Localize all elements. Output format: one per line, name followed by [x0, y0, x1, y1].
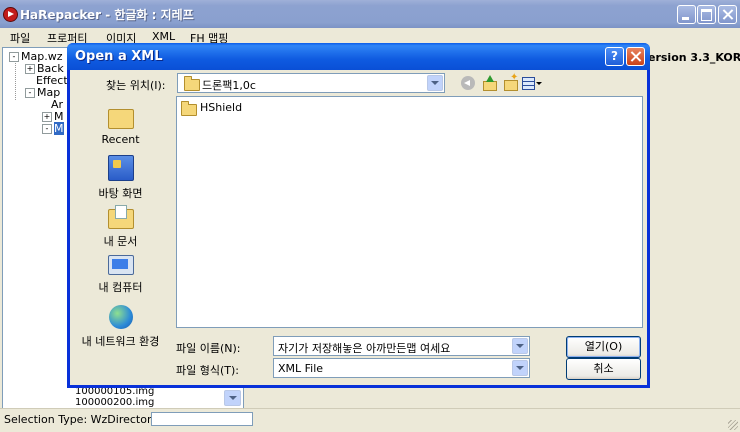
collapse-icon[interactable]: - — [25, 88, 35, 98]
look-in-label: 찾는 위치(I): — [106, 79, 166, 92]
look-in-combo[interactable]: 드론팩1,0c — [177, 73, 445, 93]
dialog-title: Open a XML — [75, 49, 163, 64]
minimize-button[interactable] — [677, 5, 696, 24]
file-list[interactable]: HShield — [176, 96, 643, 328]
cancel-button[interactable]: 취소 — [566, 358, 641, 380]
open-button[interactable]: 열기(O) — [566, 336, 641, 358]
maximize-button[interactable] — [697, 5, 716, 24]
places-bar: Recent 바탕 화면 내 문서 내 컴퓨터 내 네트워크 환경 — [73, 97, 168, 353]
my-documents-icon — [107, 205, 134, 229]
list-item[interactable]: HShield — [181, 101, 242, 116]
dialog-close-button[interactable] — [626, 47, 645, 66]
list-item[interactable]: 100000200.img — [75, 397, 154, 408]
expand-icon[interactable]: + — [25, 64, 35, 74]
statusbar: Selection Type: WzDirectory — [0, 408, 740, 432]
back-icon[interactable] — [461, 76, 475, 90]
chevron-down-icon[interactable] — [512, 338, 528, 354]
place-network[interactable]: 내 네트워크 환경 — [73, 305, 168, 349]
help-button[interactable]: ? — [605, 47, 624, 66]
views-menu-icon[interactable] — [522, 76, 542, 90]
desktop-icon — [107, 155, 134, 181]
folder-icon — [181, 101, 197, 116]
place-desktop[interactable]: 바탕 화면 — [73, 155, 168, 201]
dialog-titlebar[interactable]: Open a XML ? — [67, 43, 650, 70]
close-button[interactable] — [718, 5, 737, 24]
filename-field[interactable]: 자기가 저장해놓은 아까만든맵 여세요 — [273, 336, 530, 356]
my-computer-icon — [107, 255, 134, 275]
chevron-down-icon[interactable] — [512, 360, 528, 376]
place-my-computer[interactable]: 내 컴퓨터 — [73, 255, 168, 295]
collapse-icon[interactable]: - — [9, 52, 19, 62]
app-icon[interactable] — [3, 7, 18, 22]
status-field — [151, 412, 253, 426]
filename-label: 파일 이름(N): — [176, 342, 241, 355]
filetype-value: XML File — [278, 362, 324, 375]
chevron-down-icon[interactable] — [427, 75, 443, 91]
place-my-documents[interactable]: 내 문서 — [73, 205, 168, 249]
main-titlebar: HaRepacker - 한글화 : 지레프 — [0, 0, 740, 28]
new-folder-icon[interactable] — [503, 72, 518, 91]
filename-value: 자기가 저장해놓은 아까만든맵 여세요 — [278, 342, 451, 355]
look-in-value: 드론팩1,0c — [202, 79, 256, 92]
network-icon — [108, 305, 133, 329]
recent-icon — [107, 109, 134, 129]
main-window-title: HaRepacker - 한글화 : 지레프 — [20, 8, 194, 22]
list-dropdown-button[interactable] — [224, 390, 241, 406]
place-recent[interactable]: Recent — [73, 105, 168, 146]
tree-node-m2[interactable]: -M — [42, 122, 64, 135]
menu-xml[interactable]: XML — [152, 30, 175, 43]
filetype-label: 파일 형식(T): — [176, 364, 239, 377]
version-label: ersion 3.3_KOR — [648, 51, 740, 64]
collapse-icon[interactable]: - — [42, 124, 52, 134]
menu-file[interactable]: 파일 — [10, 30, 30, 46]
up-folder-icon[interactable] — [482, 75, 497, 91]
filetype-select[interactable]: XML File — [273, 358, 530, 378]
open-xml-dialog: Open a XML ? 찾는 위치(I): 드론팩1,0c Recent 바탕… — [67, 43, 650, 388]
expand-icon[interactable]: + — [42, 112, 52, 122]
folder-icon — [184, 76, 200, 91]
resize-grip-icon[interactable] — [728, 420, 738, 430]
status-text: Selection Type: WzDirectory — [4, 413, 159, 426]
